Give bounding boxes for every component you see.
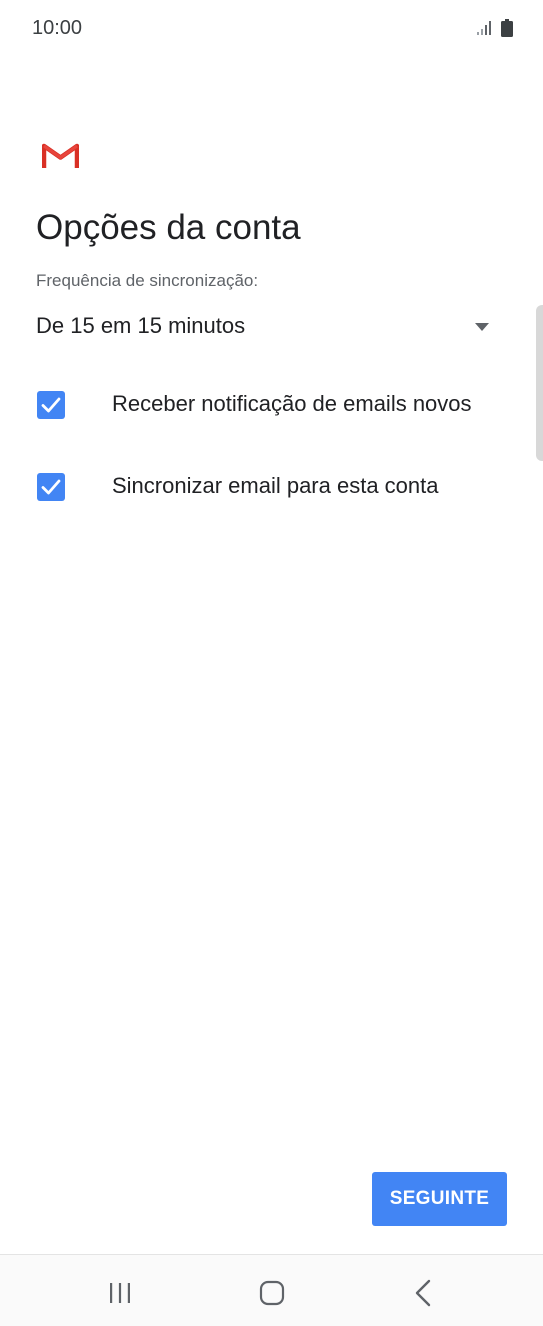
gmail-logo-icon — [42, 143, 79, 168]
account-options-screen: 10:00 Opções da conta Frequência de sinc… — [0, 0, 543, 1326]
checkmark-icon — [41, 397, 61, 413]
status-bar: 10:00 — [0, 0, 543, 56]
dropdown-arrow-icon — [475, 323, 489, 331]
status-time: 10:00 — [32, 17, 83, 39]
signal-icon — [477, 21, 491, 35]
home-icon[interactable] — [259, 1280, 285, 1306]
next-button[interactable]: SEGUINTE — [372, 1172, 507, 1226]
sync-frequency-label: Frequência de sincronização: — [36, 271, 259, 290]
battery-icon — [501, 19, 513, 37]
sync-email-label: Sincronizar email para esta conta — [112, 473, 439, 498]
navigation-bar — [0, 1254, 543, 1326]
back-icon[interactable] — [414, 1279, 432, 1307]
page-title: Opções da conta — [36, 208, 301, 247]
sync-frequency-value: De 15 em 15 minutos — [36, 313, 246, 338]
checkmark-icon — [41, 479, 61, 495]
sync-email-checkbox[interactable] — [37, 473, 65, 501]
edge-panel-handle[interactable] — [536, 305, 543, 461]
notify-new-emails-checkbox[interactable] — [37, 391, 65, 419]
sync-email-option[interactable]: Sincronizar email para esta conta — [36, 458, 516, 514]
notify-new-emails-option[interactable]: Receber notificação de emails novos — [36, 376, 516, 432]
recent-apps-icon[interactable] — [108, 1282, 132, 1304]
notify-new-emails-label: Receber notificação de emails novos — [112, 391, 472, 416]
sync-frequency-dropdown[interactable]: De 15 em 15 minutos — [36, 305, 496, 351]
